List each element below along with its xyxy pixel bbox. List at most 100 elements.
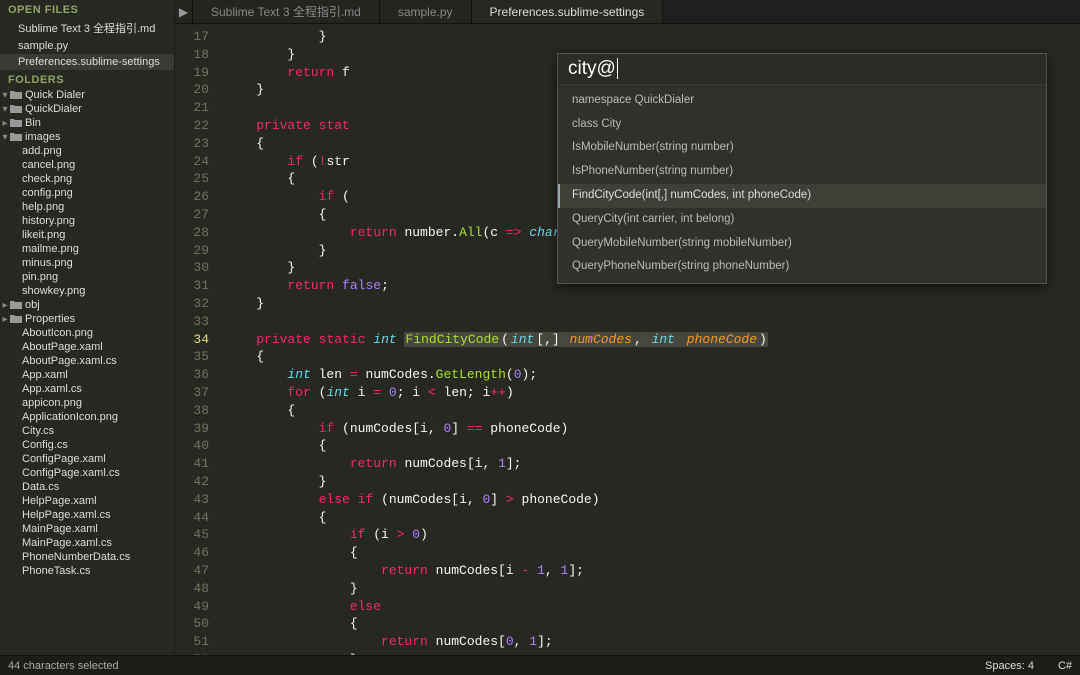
editor-tab[interactable]: Preferences.sublime-settings <box>472 0 664 23</box>
tree-file[interactable]: App.xaml <box>0 368 174 382</box>
code-line[interactable]: { <box>217 437 1066 455</box>
code-line[interactable]: else <box>217 598 1066 616</box>
code-line[interactable]: { <box>217 402 1066 420</box>
symbol-result-item[interactable]: QueryMobileNumber(string mobileNumber) <box>558 232 1046 256</box>
tree-file[interactable]: help.png <box>0 200 174 214</box>
tree-file[interactable]: mailme.png <box>0 242 174 256</box>
symbol-result-item[interactable]: class City <box>558 113 1046 137</box>
tree-item-label: Data.cs <box>22 481 59 493</box>
code-line[interactable]: { <box>217 509 1066 527</box>
code-line[interactable]: return numCodes[i, 1]; <box>217 455 1066 473</box>
code-line[interactable]: int len = numCodes.GetLength(0); <box>217 366 1066 384</box>
code-line[interactable]: } <box>217 295 1066 313</box>
tree-file[interactable]: check.png <box>0 172 174 186</box>
tree-item-label: HelpPage.xaml.cs <box>22 509 111 521</box>
symbol-result-item[interactable]: namespace QuickDialer <box>558 89 1046 113</box>
line-number: 27 <box>175 206 209 224</box>
editor-area: ▶ Sublime Text 3 全程指引.mdsample.pyPrefere… <box>175 0 1080 655</box>
line-number: 28 <box>175 224 209 242</box>
tree-file[interactable]: AboutPage.xaml.cs <box>0 354 174 368</box>
status-bar: 44 characters selected Spaces: 4 C# <box>0 655 1080 675</box>
tree-folder[interactable]: ▸obj <box>0 298 174 312</box>
code-line[interactable]: } <box>217 28 1066 46</box>
code-line[interactable]: for (int i = 0; i < len; i++) <box>217 384 1066 402</box>
tree-file[interactable]: City.cs <box>0 424 174 438</box>
tree-file[interactable]: Data.cs <box>0 480 174 494</box>
tree-file[interactable]: ConfigPage.xaml.cs <box>0 466 174 480</box>
editor-tab[interactable]: Sublime Text 3 全程指引.md <box>193 0 380 23</box>
tree-folder[interactable]: ▸Bin <box>0 116 174 130</box>
tree-folder[interactable]: ▾QuickDialer <box>0 102 174 116</box>
tab-nav-arrow-icon[interactable]: ▶ <box>175 0 193 23</box>
tree-item-label: QuickDialer <box>25 103 82 115</box>
symbol-result-item[interactable]: QueryCity(int carrier, int belong) <box>558 208 1046 232</box>
goto-symbol-popup[interactable]: city@ namespace QuickDialerclass CityIsM… <box>557 53 1047 284</box>
symbol-result-item[interactable]: IsPhoneNumber(string number) <box>558 160 1046 184</box>
tree-file[interactable]: pin.png <box>0 270 174 284</box>
status-language[interactable]: C# <box>1058 660 1072 672</box>
tree-item-label: App.xaml.cs <box>22 383 82 395</box>
editor-tab[interactable]: sample.py <box>380 0 472 23</box>
tree-item-label: PhoneNumberData.cs <box>22 551 130 563</box>
code-line[interactable]: } <box>217 651 1066 655</box>
open-file-item[interactable]: sample.py <box>0 38 174 54</box>
tree-file[interactable]: PhoneTask.cs <box>0 564 174 578</box>
tree-item-label: PhoneTask.cs <box>22 565 90 577</box>
code-line[interactable]: } <box>217 473 1066 491</box>
code-line[interactable]: else if (numCodes[i, 0] > phoneCode) <box>217 491 1066 509</box>
tree-file[interactable]: history.png <box>0 214 174 228</box>
line-number: 18 <box>175 46 209 64</box>
code-line[interactable]: } <box>217 580 1066 598</box>
tree-file[interactable]: PhoneNumberData.cs <box>0 550 174 564</box>
code-line[interactable]: if (numCodes[i, 0] == phoneCode) <box>217 420 1066 438</box>
symbol-result-item[interactable]: FindCityCode(int[,] numCodes, int phoneC… <box>558 184 1046 208</box>
code-line[interactable]: return numCodes[i - 1, 1]; <box>217 562 1066 580</box>
tree-folder[interactable]: ▾ images <box>0 130 174 144</box>
tree-item-label: cancel.png <box>22 159 75 171</box>
tree-folder[interactable]: ▾Quick Dialer <box>0 88 174 102</box>
tree-file[interactable]: Config.cs <box>0 438 174 452</box>
open-file-item[interactable]: Preferences.sublime-settings <box>0 54 174 70</box>
line-number: 37 <box>175 384 209 402</box>
tree-file[interactable]: ConfigPage.xaml <box>0 452 174 466</box>
open-file-item[interactable]: Sublime Text 3 全程指引.md <box>0 18 174 38</box>
line-number: 43 <box>175 491 209 509</box>
tree-file[interactable]: HelpPage.xaml.cs <box>0 508 174 522</box>
minimap[interactable] <box>1066 24 1080 655</box>
tree-file[interactable]: HelpPage.xaml <box>0 494 174 508</box>
tree-folder[interactable]: ▸Properties <box>0 312 174 326</box>
code-line[interactable]: if (i > 0) <box>217 526 1066 544</box>
tree-file[interactable]: App.xaml.cs <box>0 382 174 396</box>
tree-file[interactable]: appicon.png <box>0 396 174 410</box>
tree-file[interactable]: AboutIcon.png <box>0 326 174 340</box>
code-line[interactable]: { <box>217 348 1066 366</box>
line-number: 24 <box>175 153 209 171</box>
tree-file[interactable]: likeit.png <box>0 228 174 242</box>
line-number: 47 <box>175 562 209 580</box>
tree-file[interactable]: add.png <box>0 144 174 158</box>
code-line[interactable]: { <box>217 544 1066 562</box>
tree-file[interactable]: showkey.png <box>0 284 174 298</box>
goto-symbol-input[interactable]: city@ <box>558 54 1046 85</box>
tree-item-label: Bin <box>25 117 41 129</box>
code-line[interactable]: { <box>217 615 1066 633</box>
line-number: 45 <box>175 526 209 544</box>
tree-file[interactable]: MainPage.xaml <box>0 522 174 536</box>
tree-file[interactable]: minus.png <box>0 256 174 270</box>
tree-file[interactable]: config.png <box>0 186 174 200</box>
tree-item-label: images <box>25 131 60 143</box>
code-line[interactable]: return numCodes[0, 1]; <box>217 633 1066 651</box>
tree-file[interactable]: ApplicationIcon.png <box>0 410 174 424</box>
tree-file[interactable]: AboutPage.xaml <box>0 340 174 354</box>
line-number: 41 <box>175 455 209 473</box>
symbol-result-item[interactable]: QueryPhoneNumber(string phoneNumber) <box>558 255 1046 279</box>
code-line[interactable]: private static int FindCityCode(int[,] n… <box>217 331 1066 349</box>
code-editor[interactable]: 1718192021222324252627282930313233343536… <box>175 24 1080 655</box>
tree-file[interactable]: MainPage.xaml.cs <box>0 536 174 550</box>
disclosure-open-icon: ▾ <box>0 132 10 143</box>
tree-file[interactable]: cancel.png <box>0 158 174 172</box>
symbol-result-item[interactable]: IsMobileNumber(string number) <box>558 136 1046 160</box>
status-spaces[interactable]: Spaces: 4 <box>985 660 1034 672</box>
line-number: 49 <box>175 598 209 616</box>
code-line[interactable] <box>217 313 1066 331</box>
